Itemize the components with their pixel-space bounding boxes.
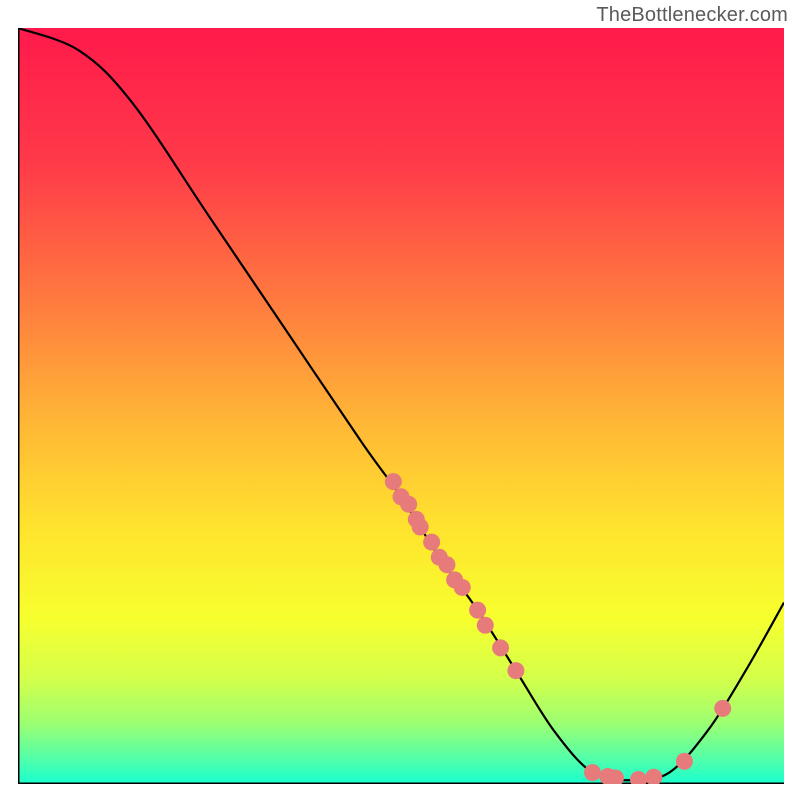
watermark-text: TheBottleneсker.com <box>596 4 788 27</box>
data-point <box>400 496 417 513</box>
data-point <box>492 639 509 656</box>
data-point <box>469 602 486 619</box>
gradient-background <box>18 28 784 784</box>
data-point <box>714 700 731 717</box>
data-point <box>412 518 429 535</box>
data-point <box>584 764 601 781</box>
data-point <box>385 473 402 490</box>
plot-area <box>18 28 784 784</box>
data-point <box>477 617 494 634</box>
data-point <box>438 556 455 573</box>
data-point <box>423 534 440 551</box>
chart-svg <box>18 28 784 784</box>
data-point <box>676 753 693 770</box>
data-point <box>507 662 524 679</box>
data-point <box>454 579 471 596</box>
chart-frame: TheBottleneсker.com <box>0 0 800 800</box>
